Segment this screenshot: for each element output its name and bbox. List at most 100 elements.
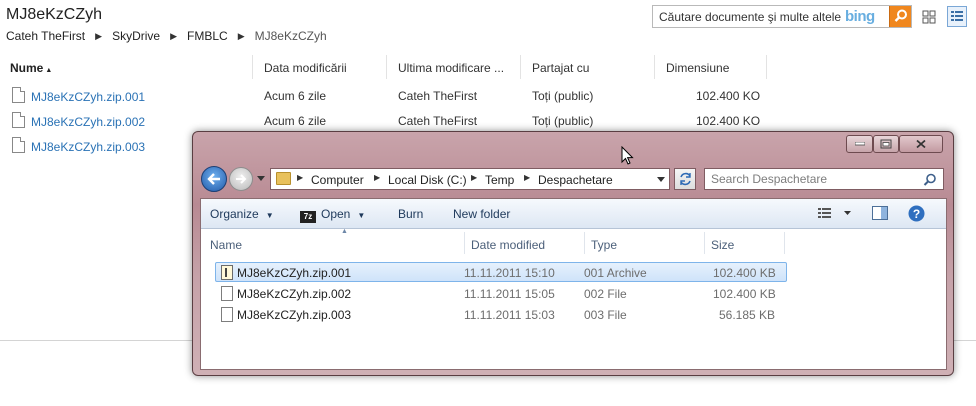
svg-text:?: ? bbox=[913, 207, 920, 221]
skydrive-search-box: bing bbox=[652, 5, 912, 28]
help-button[interactable]: ? bbox=[908, 205, 925, 225]
new-folder-button[interactable]: New folder bbox=[453, 207, 510, 221]
file-modified-by: Cateh TheFirst bbox=[398, 114, 478, 128]
minimize-icon bbox=[854, 142, 865, 146]
maximize-button[interactable] bbox=[873, 135, 899, 153]
file-size: 102.400 KO bbox=[696, 89, 761, 103]
preview-pane-button[interactable] bbox=[872, 206, 888, 224]
file-icon bbox=[221, 286, 233, 301]
back-button[interactable] bbox=[201, 166, 227, 192]
sort-ascending-icon: ▲ bbox=[341, 228, 348, 235]
column-header-size[interactable]: Dimensiune bbox=[666, 61, 729, 75]
recent-pages-chevron-icon[interactable] bbox=[257, 176, 265, 181]
file-icon bbox=[12, 112, 25, 128]
breadcrumb-item-skydrive[interactable]: SkyDrive bbox=[112, 29, 160, 43]
skydrive-column-header: Nume ▲ Data modificării Ultima modificare… bbox=[0, 55, 976, 79]
address-bar[interactable]: ▶ Computer ▶ Local Disk (C:) ▶ Temp ▶ De… bbox=[270, 168, 670, 190]
file-date: 11.11.2011 15:03 bbox=[464, 308, 555, 322]
column-header-size[interactable]: Size bbox=[711, 238, 734, 252]
file-name-link[interactable]: MJ8eKzCZyh.zip.001 bbox=[31, 90, 145, 104]
address-arrow-icon: ▶ bbox=[471, 173, 478, 182]
file-row-selected[interactable]: MJ8eKzCZyh.zip.001 11.11.2011 15:10 001 … bbox=[215, 262, 787, 282]
change-view-button[interactable] bbox=[818, 206, 852, 223]
open-label: Open bbox=[321, 207, 351, 221]
skydrive-search-input[interactable] bbox=[653, 6, 843, 27]
details-view-button[interactable] bbox=[947, 6, 967, 27]
column-divider bbox=[386, 55, 387, 79]
address-arrow-icon: ▶ bbox=[297, 173, 304, 182]
column-header-type[interactable]: Type bbox=[591, 238, 617, 252]
address-arrow-icon: ▶ bbox=[524, 173, 531, 182]
view-options-icon bbox=[818, 208, 851, 218]
column-divider bbox=[784, 232, 785, 254]
archive-file-icon bbox=[221, 265, 233, 280]
address-segment-computer[interactable]: Computer bbox=[311, 173, 364, 187]
bing-logo: bing bbox=[845, 8, 875, 25]
file-type: 003 File bbox=[584, 308, 627, 322]
search-icon[interactable] bbox=[923, 173, 937, 187]
explorer-content: Organize ▼ 7z Open ▼ Burn New folder ? ▲… bbox=[200, 198, 947, 370]
forward-button[interactable] bbox=[229, 167, 253, 191]
breadcrumb-arrow-icon: ▶ bbox=[95, 30, 103, 41]
breadcrumb-arrow-icon: ▶ bbox=[237, 30, 245, 41]
minimize-button[interactable] bbox=[846, 135, 873, 153]
breadcrumb-item-fmblc[interactable]: FMBLC bbox=[187, 29, 228, 43]
maximize-icon bbox=[880, 139, 892, 149]
column-header-name[interactable]: Name bbox=[210, 238, 242, 252]
help-icon: ? bbox=[908, 205, 925, 222]
preview-pane-icon bbox=[872, 206, 888, 220]
file-row[interactable]: MJ8eKzCZyh.zip.003 11.11.2011 15:03 003 … bbox=[215, 304, 787, 324]
column-divider bbox=[252, 55, 253, 79]
explorer-column-header: ▲ Name Date modified Type Size bbox=[201, 228, 946, 255]
column-header-date[interactable]: Data modificării bbox=[264, 61, 347, 75]
address-arrow-icon: ▶ bbox=[374, 173, 381, 182]
explorer-search-input[interactable] bbox=[705, 169, 915, 189]
close-icon bbox=[916, 139, 926, 149]
thumbnail-view-button[interactable] bbox=[919, 6, 939, 27]
burn-button[interactable]: Burn bbox=[398, 207, 423, 221]
column-header-date[interactable]: Date modified bbox=[471, 238, 545, 252]
mouse-pointer-icon bbox=[621, 146, 634, 165]
command-bar: Organize ▼ 7z Open ▼ Burn New folder ? bbox=[201, 199, 946, 229]
organize-button[interactable]: Organize ▼ bbox=[210, 207, 274, 221]
refresh-icon bbox=[680, 172, 691, 186]
file-date: Acum 6 zile bbox=[264, 89, 327, 103]
search-button[interactable] bbox=[889, 6, 911, 27]
file-size: 102.400 KO bbox=[696, 114, 761, 128]
column-divider bbox=[654, 55, 655, 79]
chevron-down-icon: ▼ bbox=[357, 211, 366, 220]
column-header-modified-by[interactable]: Ultima modificare ... bbox=[398, 61, 504, 75]
address-segment-temp[interactable]: Temp bbox=[485, 173, 514, 187]
file-size: 102.400 KB bbox=[713, 266, 776, 280]
file-icon bbox=[221, 307, 233, 322]
close-button[interactable] bbox=[899, 135, 943, 153]
column-header-shared[interactable]: Partajat cu bbox=[532, 61, 589, 75]
open-button[interactable]: 7z Open ▼ bbox=[300, 207, 365, 223]
breadcrumb-item-user[interactable]: Cateh TheFirst bbox=[6, 29, 85, 43]
7zip-icon: 7z bbox=[300, 211, 316, 223]
breadcrumb: Cateh TheFirst ▶ SkyDrive ▶ FMBLC ▶ MJ8e… bbox=[6, 29, 327, 43]
file-name-link[interactable]: MJ8eKzCZyh.zip.002 bbox=[31, 115, 145, 129]
search-icon bbox=[894, 9, 907, 22]
back-arrow-icon bbox=[207, 173, 220, 185]
file-row[interactable]: MJ8eKzCZyh.zip.001 Acum 6 zile Cateh The… bbox=[0, 84, 976, 108]
address-segment-drive[interactable]: Local Disk (C:) bbox=[388, 173, 467, 187]
forward-arrow-icon bbox=[236, 174, 247, 184]
page-title: MJ8eKzCZyh bbox=[6, 6, 103, 23]
address-segment-current[interactable]: Despachetare bbox=[538, 173, 613, 187]
address-history-chevron-icon[interactable] bbox=[657, 177, 665, 182]
column-divider bbox=[766, 55, 767, 79]
file-name-link[interactable]: MJ8eKzCZyh.zip.003 bbox=[31, 140, 145, 154]
file-date: Acum 6 zile bbox=[264, 114, 327, 128]
column-divider bbox=[704, 232, 705, 254]
file-name: MJ8eKzCZyh.zip.002 bbox=[237, 287, 352, 301]
file-row[interactable]: MJ8eKzCZyh.zip.002 11.11.2011 15:05 002 … bbox=[215, 283, 787, 303]
chevron-down-icon: ▼ bbox=[265, 211, 274, 220]
file-shared: Toți (public) bbox=[532, 114, 594, 128]
list-view-icon bbox=[951, 11, 963, 21]
column-header-name[interactable]: Nume ▲ bbox=[10, 61, 52, 75]
file-row[interactable]: MJ8eKzCZyh.zip.002 Acum 6 zile Cateh The… bbox=[0, 109, 976, 133]
refresh-button[interactable] bbox=[674, 168, 696, 190]
folder-icon bbox=[276, 172, 291, 185]
column-divider bbox=[520, 55, 521, 79]
